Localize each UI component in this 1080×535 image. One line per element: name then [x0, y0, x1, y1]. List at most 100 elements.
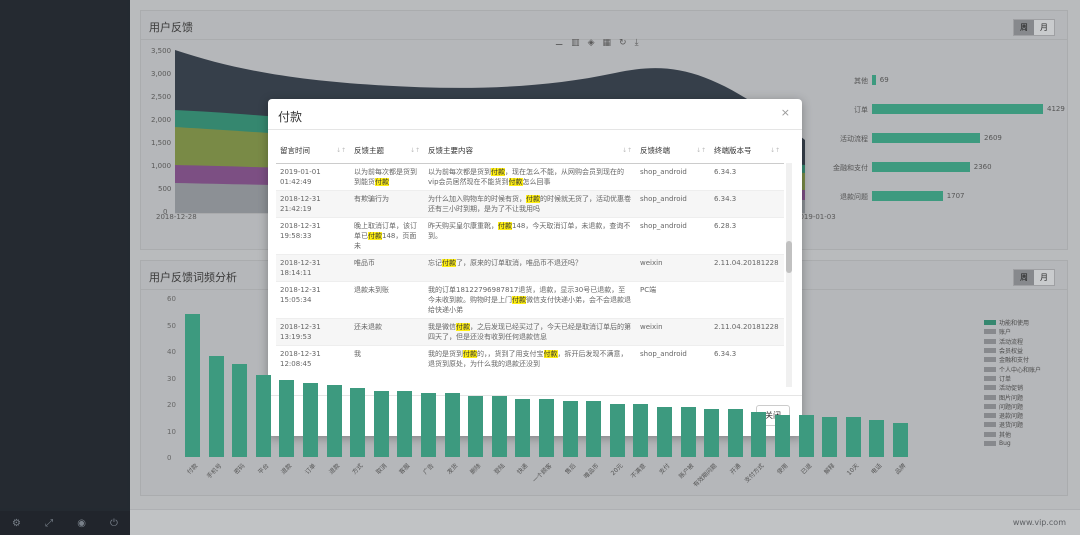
- table-row[interactable]: 2018-12-31 18:14:11 唯品币 忘记付款了，原来的订单取消，唯品币不…: [276, 253, 784, 281]
- cell-terminal: shop_android: [636, 189, 710, 217]
- table-row[interactable]: 2018-12-31 15:05:34 退款未到账 我的订单181227969878…: [276, 280, 784, 318]
- bar-value-label: 4129: [1047, 105, 1065, 113]
- table-row[interactable]: 2018-12-31 13:19:53 还未退款 我是微信付款，之后发现已经买过了，…: [276, 317, 784, 345]
- bar-category-label: 活动流程: [840, 135, 868, 143]
- cell-content: 我的订单18122796987817退货，退款，显示30号已退款，至今未收到款。…: [424, 280, 636, 318]
- bar[interactable]: [822, 417, 838, 457]
- column-header-terminal[interactable]: 反馈终端 ↓↑: [636, 139, 710, 164]
- sort-icon[interactable]: ↓↑: [410, 147, 420, 154]
- bar[interactable]: [845, 417, 861, 457]
- table-scrollbar[interactable]: [786, 163, 792, 387]
- y-tick: 40: [167, 348, 176, 356]
- cell-time: 2018-12-31 21:42:19: [276, 189, 350, 217]
- close-icon[interactable]: ×: [781, 106, 790, 119]
- keyword-highlight: 付款: [512, 295, 526, 304]
- bar-category-label: 金融和支付: [833, 164, 868, 172]
- sort-icon[interactable]: ↓↑: [622, 147, 632, 154]
- sort-icon[interactable]: ↓↑: [696, 147, 706, 154]
- bar[interactable]: [798, 414, 814, 457]
- cell-terminal: weixin: [636, 253, 710, 281]
- keyword-highlight: 付款: [526, 194, 540, 203]
- bar[interactable]: [444, 393, 460, 457]
- bar[interactable]: [872, 162, 970, 172]
- bar[interactable]: [491, 396, 507, 457]
- bar[interactable]: [751, 411, 767, 457]
- cell-content: 我的是货到付款的，，货到了用支付宝付款，拆开后发现不满意，退货到原处，为什么我的…: [424, 344, 636, 372]
- bar[interactable]: [255, 374, 271, 457]
- y-tick: 20: [167, 401, 176, 409]
- bar[interactable]: [680, 406, 696, 457]
- cell-version: 6.34.3: [710, 344, 784, 372]
- bar[interactable]: [232, 364, 248, 457]
- feedback-table: 留言时间 ↓↑ 反馈主题 ↓↑ 反馈主要内容 ↓↑ 反馈终端 ↓↑ 终端版本号 ↓↑ 20…: [276, 139, 793, 387]
- bar[interactable]: [657, 406, 672, 457]
- bar[interactable]: [208, 356, 224, 457]
- bar[interactable]: [279, 380, 295, 457]
- cell-content: 我是微信付款，之后发现已经买过了，今天已经是取消订单后的第四天了，但是还没有收到…: [424, 317, 636, 345]
- sort-icon[interactable]: ↓↑: [770, 147, 780, 154]
- cell-content: 忘记付款了，原来的订单取消，唯品币不退还吗？: [424, 253, 636, 281]
- table-row[interactable]: 2019-01-01 01:42:49 以为前每次都是货到到能货付款 以为前每次都是…: [276, 162, 784, 190]
- bar[interactable]: [609, 404, 625, 457]
- bar[interactable]: [303, 382, 318, 457]
- bar[interactable]: [872, 133, 981, 143]
- bar[interactable]: [872, 75, 876, 85]
- keyword-highlight: 付款: [442, 258, 456, 267]
- bar[interactable]: [515, 398, 531, 457]
- divider: [268, 129, 802, 130]
- bar[interactable]: [869, 419, 885, 457]
- scrollbar-thumb[interactable]: [786, 241, 792, 273]
- bar-category-label: 退款问题: [840, 193, 868, 201]
- bar[interactable]: [562, 401, 578, 457]
- bar[interactable]: [727, 409, 743, 457]
- keyword-highlight: 付款: [543, 349, 558, 358]
- bar[interactable]: [872, 191, 943, 201]
- table-row[interactable]: 2018-12-31 19:58:33 晚上取消订单，该订单已付款148，页面未昨…: [276, 216, 784, 254]
- column-header-topic[interactable]: 反馈主题 ↓↑: [350, 139, 424, 164]
- keyword-highlight: 付款: [368, 231, 382, 240]
- cell-topic: 以为前每次都是货到到能货付款: [350, 162, 424, 190]
- keyword-highlight: 付款: [498, 221, 512, 230]
- bar-value-label: 2609: [984, 134, 1002, 142]
- keyword-highlight: 付款: [456, 322, 470, 331]
- keyword-highlight: 付款: [463, 349, 477, 358]
- table-row[interactable]: 2018-12-31 12:08:45 我我的是货到付款的，，货到了用支付宝付款，…: [276, 344, 784, 372]
- bar-category-label: 其他: [854, 77, 868, 85]
- cell-terminal: PC端: [636, 280, 710, 318]
- cell-content: 以为前每次都是货到付款，现在怎么不能，从网购会员到现在的vip会员居然现在不能货…: [424, 162, 636, 190]
- keyword-highlight: 付款: [375, 177, 389, 186]
- y-tick: 10: [167, 427, 176, 436]
- table-row[interactable]: 2018-12-31 21:42:19 有欺骗行为 为什么加入购物车的时候有货，付款…: [276, 189, 784, 217]
- bar[interactable]: [539, 398, 554, 457]
- bar[interactable]: [373, 390, 389, 457]
- bar[interactable]: [421, 393, 436, 457]
- cell-version: [710, 280, 784, 318]
- cell-topic: 还未退款: [350, 317, 424, 345]
- bar[interactable]: [893, 422, 908, 457]
- column-header-version[interactable]: 终端版本号 ↓↑: [710, 139, 784, 164]
- bar[interactable]: [586, 401, 602, 457]
- sort-icon[interactable]: ↓↑: [336, 147, 346, 154]
- bar[interactable]: [704, 409, 720, 457]
- modal-title: 付款: [278, 110, 303, 124]
- keyword-highlight: 付款: [491, 167, 505, 176]
- column-header-content[interactable]: 反馈主要内容 ↓↑: [424, 139, 636, 164]
- bar[interactable]: [872, 104, 1043, 114]
- feedback-modal: 付款 × 留言时间 ↓↑ 反馈主题 ↓↑ 反馈主要内容 ↓↑ 反馈终端 ↓↑ 终端版本号…: [268, 99, 802, 436]
- divider: [268, 395, 802, 396]
- cell-version: 6.28.3: [710, 216, 784, 254]
- cell-time: 2019-01-01 01:42:49: [276, 162, 350, 190]
- bar[interactable]: [468, 396, 484, 457]
- column-header-time[interactable]: 留言时间 ↓↑: [276, 139, 350, 164]
- bar[interactable]: [185, 313, 200, 457]
- bar-value-label: 69: [879, 76, 889, 84]
- bar[interactable]: [397, 390, 413, 457]
- bar[interactable]: [350, 388, 366, 457]
- cell-topic: 有欺骗行为: [350, 189, 424, 217]
- cell-time: 2018-12-31 15:05:34: [276, 280, 350, 318]
- bar[interactable]: [775, 414, 790, 457]
- y-tick: 0: [167, 454, 172, 462]
- bar[interactable]: [326, 385, 342, 457]
- cell-content: 为什么加入购物车的时候有货，付款的时候就无货了，活动优惠卷还有三小时到期，是为了…: [424, 189, 636, 217]
- bar[interactable]: [633, 404, 649, 457]
